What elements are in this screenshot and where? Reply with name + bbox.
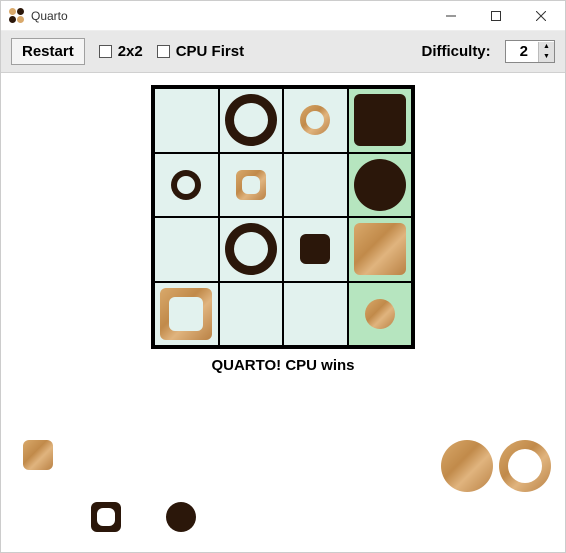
board-cell-4[interactable] [154,153,219,218]
reserve-piece-4[interactable] [499,440,551,492]
checkbox-cpu-first-label: CPU First [176,43,244,60]
reserve-piece-2[interactable] [166,502,196,532]
piece-large-circle-dark-solid [354,159,406,211]
piece-large-square-light-hollow [160,288,212,340]
board-cell-12[interactable] [154,282,219,347]
piece-large-square-light-solid [354,223,406,275]
minimize-button[interactable] [428,2,473,30]
board-cell-10[interactable] [283,217,348,282]
difficulty-value: 2 [506,41,538,62]
piece-small-square-dark-solid [300,234,330,264]
piece-large-square-dark-solid [354,94,406,146]
piece-large-circle-light-hollow [499,440,551,492]
piece-small-square-dark-hollow [91,502,121,532]
checkbox-2x2-label: 2x2 [118,43,143,60]
piece-small-circle-light-solid [365,299,395,329]
board-cell-3[interactable] [348,88,413,153]
difficulty-label: Difficulty: [421,43,490,60]
piece-small-circle-light-hollow [300,105,330,135]
checkbox-2x2-box [99,45,112,58]
board-cell-14[interactable] [283,282,348,347]
board-cell-15[interactable] [348,282,413,347]
app-icon [9,8,25,24]
restart-button[interactable]: Restart [11,38,85,65]
piece-small-square-light-hollow [236,170,266,200]
board-cell-2[interactable] [283,88,348,153]
minimize-icon [446,11,456,21]
board-cell-8[interactable] [154,217,219,282]
status-message: QUARTO! CPU wins [1,357,565,374]
reserve-piece-0[interactable] [23,440,53,470]
piece-large-circle-light-solid [441,440,493,492]
window-title: Quarto [31,9,428,23]
content-area: QUARTO! CPU wins [1,73,565,552]
game-board [151,85,415,349]
chevron-down-icon[interactable]: ▼ [539,52,554,62]
reserve-piece-1[interactable] [91,502,121,532]
board-cell-13[interactable] [219,282,284,347]
board-cell-0[interactable] [154,88,219,153]
piece-large-circle-dark-hollow [225,223,277,275]
board-cell-7[interactable] [348,153,413,218]
piece-small-circle-dark-hollow [171,170,201,200]
difficulty-stepper[interactable]: 2 ▲ ▼ [505,40,555,63]
piece-small-square-light-solid [23,440,53,470]
maximize-icon [491,11,501,21]
board-cell-9[interactable] [219,217,284,282]
board-cell-11[interactable] [348,217,413,282]
reserve-area [1,422,565,552]
board-cell-6[interactable] [283,153,348,218]
checkbox-2x2[interactable]: 2x2 [99,43,143,60]
chevron-up-icon[interactable]: ▲ [539,42,554,52]
checkbox-cpu-first[interactable]: CPU First [157,43,244,60]
board-cell-5[interactable] [219,153,284,218]
checkbox-cpu-first-box [157,45,170,58]
maximize-button[interactable] [473,2,518,30]
reserve-piece-3[interactable] [441,440,493,492]
piece-large-circle-dark-hollow [225,94,277,146]
difficulty-arrows: ▲ ▼ [538,42,554,62]
close-icon [536,11,546,21]
board-cell-1[interactable] [219,88,284,153]
window-titlebar: Quarto [1,1,565,31]
piece-small-circle-dark-solid [166,502,196,532]
toolbar: Restart 2x2 CPU First Difficulty: 2 ▲ ▼ [1,31,565,73]
close-button[interactable] [518,2,563,30]
